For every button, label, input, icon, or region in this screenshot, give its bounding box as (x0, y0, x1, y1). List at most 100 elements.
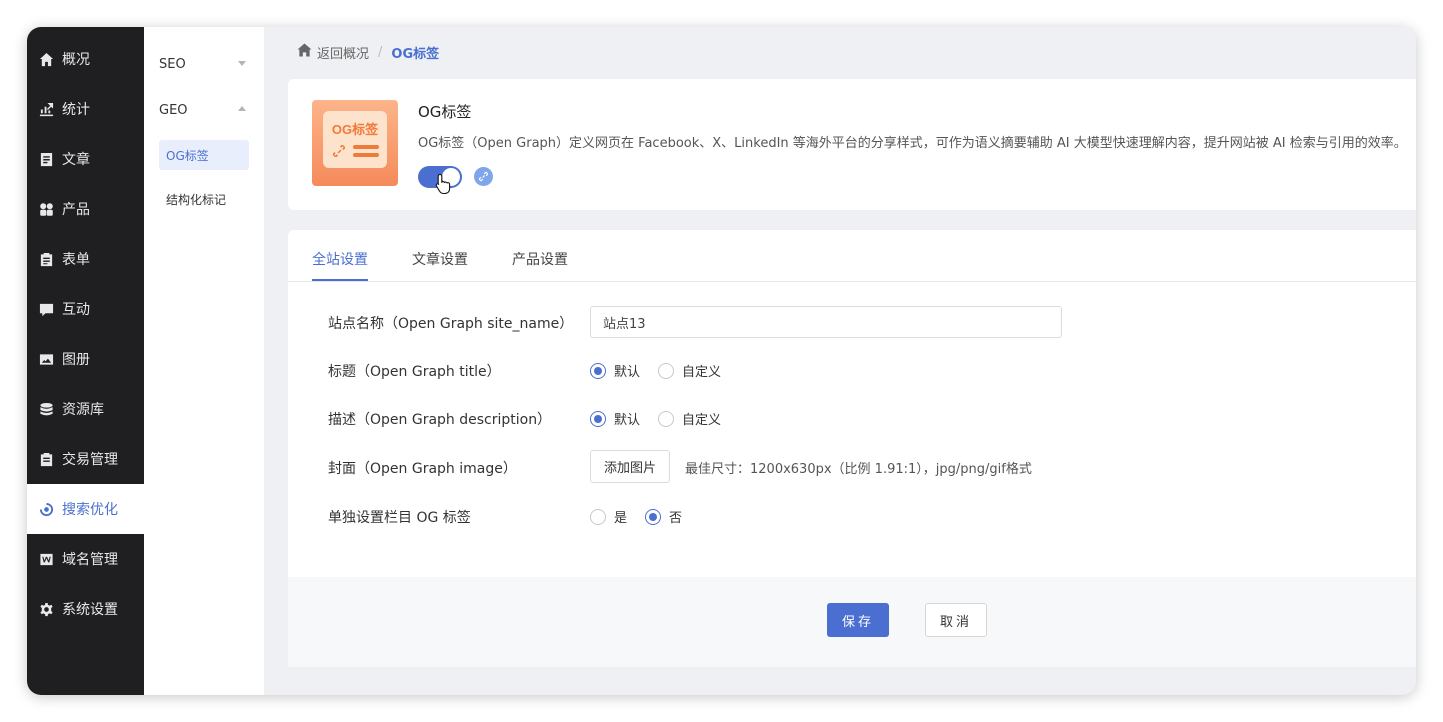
home-icon (297, 43, 317, 61)
article-icon (38, 151, 54, 167)
image-icon (38, 351, 54, 367)
nav-item-label: 图册 (62, 352, 90, 368)
radio-label: 默认 (614, 365, 641, 380)
logo-bar (353, 145, 379, 149)
nav-item-stats[interactable]: 统计 (27, 84, 144, 134)
site-name-input[interactable] (590, 306, 1062, 338)
description-default-radio[interactable]: 默认 (590, 409, 640, 428)
gear-icon (38, 601, 54, 617)
nav-item-forms[interactable]: 表单 (27, 234, 144, 284)
link-icon (331, 143, 347, 159)
title-default-radio[interactable]: 默认 (590, 361, 640, 380)
title-radio-group: 默认 自定义 (590, 361, 739, 380)
separate-no-radio[interactable]: 否 (645, 507, 682, 526)
subnav-item-structured-markup[interactable]: 结构化标记 (159, 184, 249, 214)
subnav-group-seo[interactable]: SEO (144, 46, 264, 82)
logo-bar (353, 153, 379, 157)
radio-label: 自定义 (682, 413, 722, 428)
nav-item-interaction[interactable]: 互动 (27, 284, 144, 334)
nav-item-label: 资源库 (62, 402, 104, 418)
form-footer: 保存 取消 (288, 577, 1416, 667)
app-window: 概况 统计 文章 产品 表单 互动 图册 资源库 交易管理 搜索优化 域名管理 … (27, 27, 1416, 695)
chevron-up-icon (238, 106, 246, 111)
nav-item-label: 统计 (62, 102, 90, 118)
save-button[interactable]: 保存 (827, 603, 889, 637)
main-nav: 概况 统计 文章 产品 表单 互动 图册 资源库 交易管理 搜索优化 域名管理 … (27, 27, 144, 695)
home-icon (38, 51, 54, 67)
radio-dot (590, 508, 606, 525)
og-logo-text: OG标签 (331, 122, 379, 137)
radio-dot (590, 410, 606, 427)
site-name-label: 站点名称（Open Graph site_name） (328, 316, 574, 332)
separate-og-label: 单独设置栏目 OG 标签 (328, 510, 471, 526)
chat-icon (38, 301, 54, 317)
tab-site-settings[interactable]: 全站设置 (312, 249, 368, 281)
breadcrumb-separator: / (378, 44, 383, 60)
nav-item-domains[interactable]: 域名管理 (27, 534, 144, 584)
clipboard-icon (38, 251, 54, 267)
image-label: 封面（Open Graph image） (328, 461, 517, 477)
description-custom-radio[interactable]: 自定义 (658, 409, 721, 428)
nav-item-resources[interactable]: 资源库 (27, 384, 144, 434)
settings-card: 全站设置 文章设置 产品设置 站点名称（Open Graph site_name… (288, 230, 1416, 667)
nav-item-label: 概况 (62, 52, 90, 68)
subnav-group-label: GEO (159, 102, 188, 118)
breadcrumb-current: OG标签 (391, 46, 440, 62)
separate-yes-radio[interactable]: 是 (590, 507, 627, 526)
radio-dot (590, 362, 606, 379)
grid-icon (38, 201, 54, 217)
description-radio-group: 默认 自定义 (590, 409, 739, 428)
og-description: OG标签（Open Graph）定义网页在 Facebook、X、LinkedI… (418, 136, 1407, 151)
breadcrumb: 返回概况 / OG标签 (297, 42, 439, 62)
og-intro-card: OG标签 OG标签 OG标签（Open Graph）定义网页在 Facebook… (288, 79, 1416, 210)
subnav-group-geo[interactable]: GEO (144, 92, 264, 128)
chart-icon (38, 101, 54, 117)
image-size-hint: 最佳尺寸：1200x630px（比例 1.91:1），jpg/png/gif格式 (685, 462, 1032, 477)
nav-item-label: 表单 (62, 252, 90, 268)
search-optimize-icon (38, 501, 54, 517)
nav-item-label: 文章 (62, 152, 90, 168)
nav-item-search-optimize[interactable]: 搜索优化 (27, 484, 144, 534)
radio-dot (645, 508, 662, 525)
domain-icon (38, 551, 54, 567)
database-icon (38, 401, 54, 417)
nav-item-label: 系统设置 (62, 602, 118, 618)
title-custom-radio[interactable]: 自定义 (658, 361, 721, 380)
radio-dot (658, 362, 675, 379)
nav-item-overview[interactable]: 概况 (27, 34, 144, 84)
og-logo: OG标签 (312, 100, 398, 186)
nav-item-products[interactable]: 产品 (27, 184, 144, 234)
tab-article-settings[interactable]: 文章设置 (412, 249, 468, 281)
nav-item-label: 产品 (62, 202, 90, 218)
breadcrumb-back-link[interactable]: 返回概况 (317, 43, 369, 62)
subnav-group-label: SEO (159, 56, 186, 72)
nav-item-articles[interactable]: 文章 (27, 134, 144, 184)
nav-item-settings[interactable]: 系统设置 (27, 584, 144, 634)
add-image-button[interactable]: 添加图片 (590, 450, 670, 483)
radio-label: 自定义 (682, 365, 722, 380)
nav-item-label: 交易管理 (62, 452, 118, 468)
sub-nav: SEO GEO OG标签 结构化标记 (144, 27, 264, 695)
radio-label: 默认 (614, 413, 641, 428)
radio-label: 是 (614, 511, 628, 526)
nav-item-gallery[interactable]: 图册 (27, 334, 144, 384)
radio-dot (658, 410, 675, 427)
nav-item-transactions[interactable]: 交易管理 (27, 434, 144, 484)
main-content: 返回概况 / OG标签 OG标签 OG标签 OG标签（Open Graph）定义… (264, 27, 1416, 695)
cancel-button[interactable]: 取消 (925, 603, 987, 637)
nav-item-label: 域名管理 (62, 552, 118, 568)
radio-label: 否 (669, 511, 683, 526)
nav-item-label: 搜索优化 (62, 502, 118, 518)
pointer-cursor-icon (435, 173, 453, 195)
og-title: OG标签 (418, 103, 472, 121)
nav-item-label: 互动 (62, 302, 90, 318)
chevron-down-icon (238, 61, 246, 66)
link-icon[interactable] (474, 167, 493, 186)
description-label: 描述（Open Graph description） (328, 412, 552, 428)
title-label: 标题（Open Graph title） (328, 364, 501, 380)
subnav-item-og-tags[interactable]: OG标签 (159, 140, 249, 170)
settings-tabs: 全站设置 文章设置 产品设置 (288, 230, 1416, 282)
tab-product-settings[interactable]: 产品设置 (512, 249, 568, 281)
separate-og-radio-group: 是 否 (590, 507, 700, 526)
clipboard-icon (38, 451, 54, 467)
